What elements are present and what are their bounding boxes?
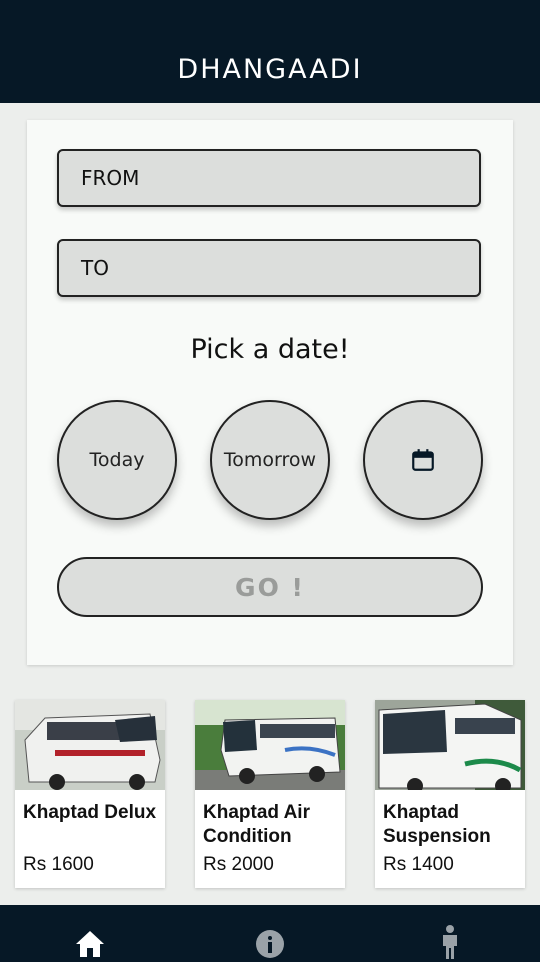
bus-image [375,700,525,790]
today-label: Today [89,449,145,471]
app-header: DHANGAADI [0,0,540,103]
bus-price: Rs 1400 [383,854,454,875]
bus-card[interactable]: Khaptad Delux Rs 1600 [15,700,165,888]
today-button[interactable]: Today [57,400,177,520]
person-icon [443,925,457,959]
pick-date-label: Pick a date! [190,334,350,365]
go-button[interactable]: GO ! [57,557,483,617]
to-field[interactable]: TO [57,239,481,297]
bus-name: Khaptad Suspension [383,802,491,847]
info-icon [256,930,284,958]
home-icon [76,931,104,957]
tomorrow-label: Tomorrow [223,449,317,471]
nav-profile[interactable] [420,905,480,962]
bus-price: Rs 2000 [203,854,274,875]
calendar-icon [412,449,434,471]
nav-home[interactable] [60,905,120,962]
bus-name: Khaptad Delux [23,802,157,823]
tomorrow-button[interactable]: Tomorrow [210,400,330,520]
bus-price: Rs 1600 [23,854,94,875]
bottom-nav [0,905,540,962]
search-card: FROM TO Pick a date! Today Tomorrow GO ! [27,120,513,665]
from-field[interactable]: FROM [57,149,481,207]
bus-image [15,700,165,790]
bus-card[interactable]: Khaptad Air Condition Rs 2000 [195,700,345,888]
calendar-button[interactable] [363,400,483,520]
bus-card[interactable]: Khaptad Suspension Rs 1400 [375,700,525,888]
bus-image [195,700,345,790]
bus-name: Khaptad Air Condition [203,802,310,847]
nav-info[interactable] [240,905,300,962]
page-title: DHANGAADI [177,54,363,85]
